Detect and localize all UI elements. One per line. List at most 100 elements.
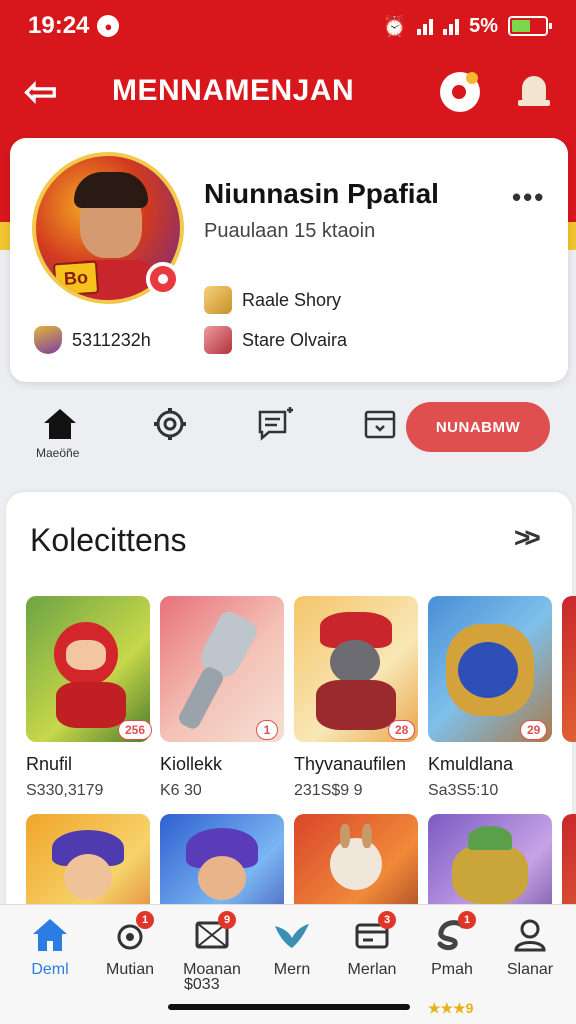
character-head xyxy=(330,838,382,890)
item-art xyxy=(26,814,150,904)
profile-stat-value: 5311232h xyxy=(72,329,151,350)
character-ear-2 xyxy=(362,824,372,848)
bird-icon xyxy=(272,915,312,955)
item-badge: 256 xyxy=(118,720,153,740)
item-badge: 28 xyxy=(388,720,416,740)
primary-action-button[interactable]: NUNABMW xyxy=(406,402,550,452)
character-face xyxy=(64,854,112,900)
target-icon: 1 xyxy=(110,911,154,955)
signal-icon xyxy=(417,17,434,35)
nav-item-mern[interactable]: Mern xyxy=(252,915,332,979)
home-icon xyxy=(30,915,70,955)
nav-item-home[interactable]: Deml xyxy=(10,915,90,979)
item-name: Thyvanaufilen xyxy=(294,754,407,774)
character-head xyxy=(330,640,380,684)
more-options-icon[interactable]: ••• xyxy=(512,182,545,213)
avatar-emblem: Bo xyxy=(52,260,100,297)
character-face xyxy=(66,640,106,670)
nav-item-moanan[interactable]: 9 Moanan xyxy=(172,911,252,979)
home-icon[interactable] xyxy=(40,404,80,444)
character-ear xyxy=(340,824,350,848)
notification-icon: ● xyxy=(97,15,120,37)
collection-item-partial[interactable] xyxy=(562,596,576,742)
nav-count: 1 xyxy=(458,911,476,929)
nav-count: 9 xyxy=(218,911,236,929)
chat-notification-dot xyxy=(466,72,478,84)
item-price: Sa3S5:10 xyxy=(428,782,499,799)
sword-icon xyxy=(204,326,232,354)
home-indicator[interactable] xyxy=(168,1004,410,1010)
nav-label: Pmah xyxy=(431,961,473,978)
profile-name: Niunnasin Ppafial xyxy=(204,178,439,209)
golem-leaves xyxy=(468,826,512,850)
item-art xyxy=(562,814,576,904)
collection-item[interactable] xyxy=(26,814,150,904)
online-status-icon xyxy=(146,262,180,296)
signal-icon-2 xyxy=(443,17,460,35)
nav-item-mutian[interactable]: 1 Mutian xyxy=(90,911,170,979)
avatar-hair xyxy=(74,172,148,208)
nav-item-profile[interactable]: Slanar xyxy=(490,915,570,979)
status-time: 19:24 xyxy=(28,12,90,39)
battery-percent: 5% xyxy=(469,14,498,37)
profile-stat: 5311232h xyxy=(34,326,151,354)
profile-card: Bo Niunnasin Ppafial Puaulaan 15 ktaoin … xyxy=(10,138,568,382)
collection-item-partial[interactable] xyxy=(562,814,576,904)
nav-count: 1 xyxy=(136,911,154,929)
item-name: Kmuldlana xyxy=(428,754,514,774)
item-name: Rnufil xyxy=(26,754,73,774)
item-badge: 1 xyxy=(256,720,278,740)
item-price: S330,3179 xyxy=(26,782,104,799)
profile-subtitle: Puaulaan 15 ktaoin xyxy=(204,220,376,242)
collection-item[interactable] xyxy=(294,814,418,904)
collection-item[interactable] xyxy=(428,814,552,904)
profile-class-value: Stare Olvaira xyxy=(242,329,348,350)
character-body xyxy=(56,682,126,728)
alarm-icon: ⏰ xyxy=(382,15,408,38)
character-face xyxy=(198,856,246,900)
item-name: Kiollekk xyxy=(160,754,223,774)
nav-label: Mern xyxy=(273,961,311,978)
item-art xyxy=(428,814,552,904)
item-price: 231S$9 9 xyxy=(294,782,363,799)
nav-label: Mutian xyxy=(105,961,155,978)
nav-count: 3 xyxy=(378,911,396,929)
person-icon xyxy=(510,915,550,955)
home-label: Maeöñe xyxy=(36,446,80,460)
nav-item-pmah[interactable]: 1 Pmah xyxy=(412,911,492,979)
double-chevron-right-icon[interactable]: >> xyxy=(514,522,541,554)
item-price: K6 30 xyxy=(160,782,202,799)
helmet-visor xyxy=(458,642,518,698)
calendar-icon[interactable] xyxy=(360,404,400,444)
page-title: MENNAMENJAN xyxy=(112,74,355,107)
item-art xyxy=(160,814,284,904)
profile-role: Raale Shory xyxy=(204,286,341,314)
shield-icon xyxy=(34,326,62,354)
character-body xyxy=(316,680,396,730)
profile-class: Stare Olvaira xyxy=(204,326,347,354)
swirl-icon: 1 xyxy=(432,911,476,955)
bell-icon[interactable] xyxy=(516,74,552,110)
item-art xyxy=(562,596,576,742)
settings-gear-icon[interactable] xyxy=(150,404,190,444)
medal-icon xyxy=(204,286,232,314)
item-art xyxy=(294,814,418,904)
collection-item[interactable] xyxy=(160,814,284,904)
nav-label: Merlan xyxy=(347,961,397,978)
battery-icon xyxy=(508,16,552,36)
item-badge: 29 xyxy=(520,720,548,740)
message-list-icon[interactable] xyxy=(256,404,296,444)
wallet-icon: 3 xyxy=(352,911,396,955)
nav-label: Slanar xyxy=(506,961,554,978)
app-bar: ⇦ MENNAMENJAN xyxy=(0,60,576,124)
nav-extra-value: $033 xyxy=(184,976,220,993)
golem-body xyxy=(452,844,528,904)
collection-title: Kolecittens xyxy=(30,522,187,558)
nav-item-merlan[interactable]: 3 Merlan xyxy=(332,911,412,979)
back-arrow-icon[interactable]: ⇦ xyxy=(24,70,68,114)
hammer-handle xyxy=(176,664,226,732)
profile-role-value: Raale Shory xyxy=(242,289,342,310)
nav-label: Deml xyxy=(31,961,69,978)
mail-icon: 9 xyxy=(192,911,236,955)
rating-stars: ★★★9 xyxy=(428,1000,474,1016)
